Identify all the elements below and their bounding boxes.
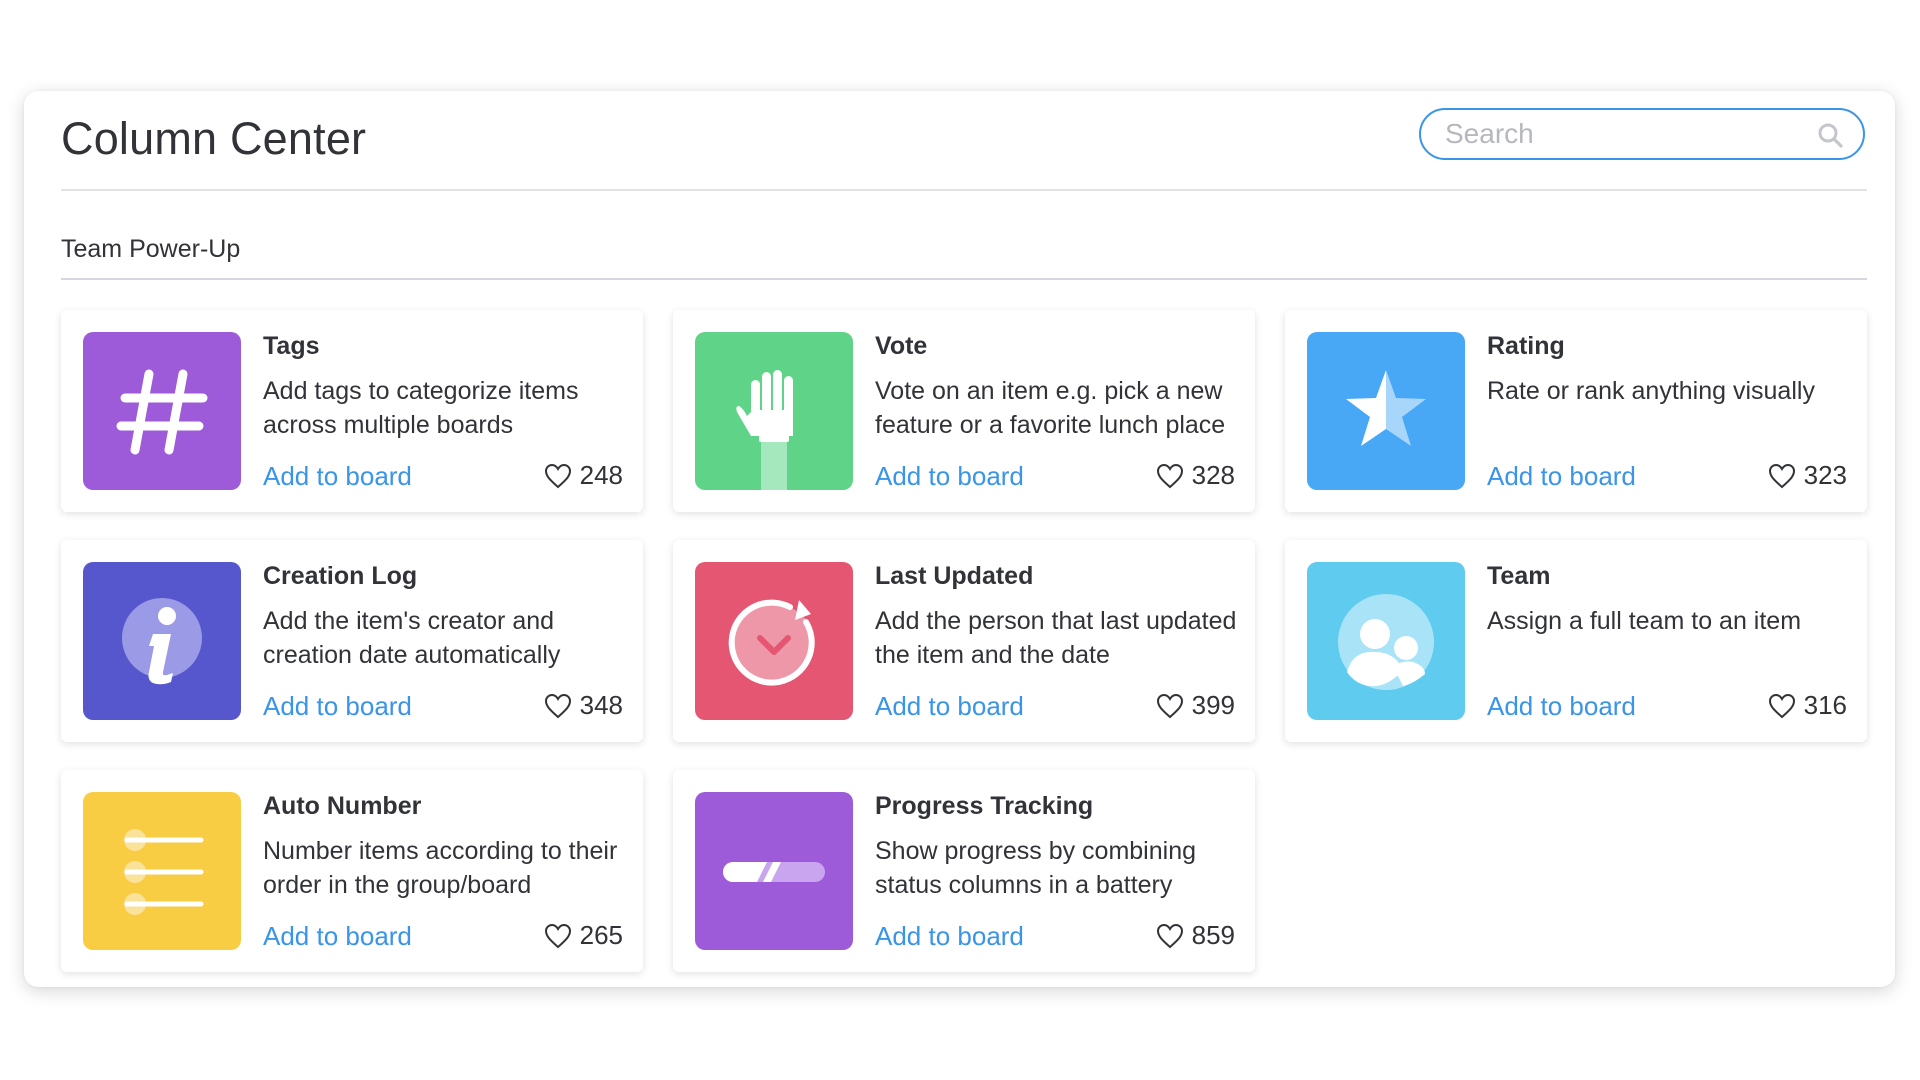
- search-input[interactable]: [1445, 117, 1805, 151]
- column-card-vote[interactable]: Vote Vote on an item e.g. pick a new fea…: [673, 310, 1255, 512]
- card-description: Show progress by combining status column…: [875, 837, 1196, 899]
- section-divider: [61, 278, 1867, 280]
- add-to-board-link[interactable]: Add to board: [875, 921, 1024, 952]
- progress-tracking-tile: [695, 792, 853, 950]
- add-to-board-link[interactable]: Add to board: [263, 461, 412, 492]
- card-title: Progress Tracking: [875, 792, 1094, 820]
- column-card-rating[interactable]: Rating Rate or rank anything visually Ad…: [1285, 310, 1867, 512]
- likes-count: 399: [1191, 690, 1235, 720]
- card-description: Add the item's creator and creation date…: [263, 607, 561, 669]
- add-to-board-link[interactable]: Add to board: [263, 921, 412, 952]
- likes: 316: [1768, 690, 1847, 721]
- section-title: Team Power-Up: [61, 235, 241, 263]
- card-title: Last Updated: [875, 562, 1034, 590]
- star-icon: [1346, 370, 1426, 446]
- tags-tile: [83, 332, 241, 490]
- team-icon: [1338, 594, 1434, 690]
- column-card-creation-log[interactable]: Creation Log Add the item's creator and …: [61, 540, 643, 742]
- card-description: Rate or rank anything visually: [1487, 377, 1815, 405]
- progress-bar-icon: [723, 862, 825, 882]
- column-card-last-updated[interactable]: Last Updated Add the person that last up…: [673, 540, 1255, 742]
- likes: 399: [1156, 690, 1235, 721]
- heart-icon[interactable]: [1768, 463, 1796, 489]
- column-card-tags[interactable]: Tags Add tags to categorize items across…: [61, 310, 643, 512]
- card-title: Creation Log: [263, 562, 418, 590]
- likes: 265: [544, 920, 623, 951]
- heart-icon[interactable]: [1156, 693, 1184, 719]
- likes-count: 265: [579, 920, 623, 950]
- raised-hand-icon: [736, 370, 793, 490]
- likes-count: 328: [1191, 460, 1235, 490]
- heart-icon[interactable]: [544, 463, 572, 489]
- clock-refresh-icon: [728, 599, 815, 686]
- vote-tile: [695, 332, 853, 490]
- column-card-team[interactable]: Team Assign a full team to an item Add t…: [1285, 540, 1867, 742]
- card-description: Add tags to categorize items across mult…: [263, 377, 579, 439]
- likes: 348: [544, 690, 623, 721]
- likes: 859: [1156, 920, 1235, 951]
- card-title: Tags: [263, 332, 320, 360]
- likes: 328: [1156, 460, 1235, 491]
- search-icon[interactable]: [1817, 122, 1843, 148]
- team-tile: [1307, 562, 1465, 720]
- add-to-board-link[interactable]: Add to board: [875, 691, 1024, 722]
- numbered-list-icon: [124, 829, 204, 915]
- info-icon: [122, 598, 202, 685]
- likes-count: 348: [579, 690, 623, 720]
- card-description: Add the person that last updated the ite…: [875, 607, 1237, 669]
- likes: 323: [1768, 460, 1847, 491]
- column-card-auto-number[interactable]: Auto Number Number items according to th…: [61, 770, 643, 972]
- add-to-board-link[interactable]: Add to board: [263, 691, 412, 722]
- search-box[interactable]: [1419, 108, 1865, 160]
- creation-log-tile: [83, 562, 241, 720]
- rating-tile: [1307, 332, 1465, 490]
- likes-count: 323: [1803, 460, 1847, 490]
- likes-count: 316: [1803, 690, 1847, 720]
- add-to-board-link[interactable]: Add to board: [1487, 461, 1636, 492]
- heart-icon[interactable]: [1156, 463, 1184, 489]
- heart-icon[interactable]: [1156, 923, 1184, 949]
- hashtag-icon: [116, 369, 208, 455]
- likes-count: 248: [579, 460, 623, 490]
- column-center-panel: Column Center Team Power-Up Tags Add tag…: [24, 91, 1895, 987]
- card-title: Team: [1487, 562, 1551, 590]
- header-divider: [61, 189, 1867, 191]
- card-description: Assign a full team to an item: [1487, 607, 1802, 635]
- page-title: Column Center: [61, 113, 367, 164]
- column-card-progress-tracking[interactable]: Progress Tracking Show progress by combi…: [673, 770, 1255, 972]
- card-title: Auto Number: [263, 792, 422, 820]
- heart-icon[interactable]: [544, 693, 572, 719]
- likes-count: 859: [1191, 920, 1235, 950]
- auto-number-tile: [83, 792, 241, 950]
- heart-icon[interactable]: [544, 923, 572, 949]
- add-to-board-link[interactable]: Add to board: [1487, 691, 1636, 722]
- likes: 248: [544, 460, 623, 491]
- card-description: Number items according to their order in…: [263, 837, 618, 899]
- card-description: Vote on an item e.g. pick a new feature …: [875, 377, 1226, 439]
- card-title: Vote: [875, 332, 928, 360]
- last-updated-tile: [695, 562, 853, 720]
- card-title: Rating: [1487, 332, 1565, 360]
- add-to-board-link[interactable]: Add to board: [875, 461, 1024, 492]
- heart-icon[interactable]: [1768, 693, 1796, 719]
